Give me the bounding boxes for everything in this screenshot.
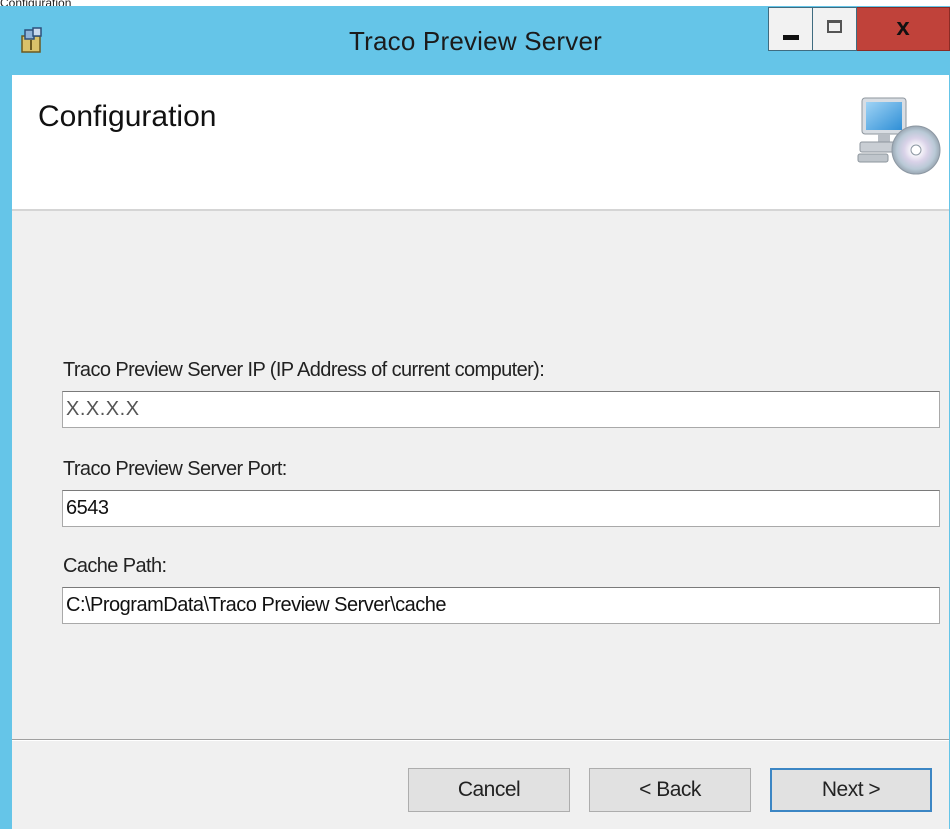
maximize-icon xyxy=(827,20,842,33)
port-label: Traco Preview Server Port: xyxy=(63,458,287,480)
close-button[interactable]: x xyxy=(857,7,950,51)
installer-window: Traco Preview Server x Configuration Tra… xyxy=(0,6,950,829)
minimize-button[interactable] xyxy=(768,7,813,51)
title-bar[interactable]: Traco Preview Server x xyxy=(0,6,950,75)
page-title: Configuration xyxy=(38,100,217,133)
footer-divider xyxy=(12,739,949,741)
cancel-button[interactable]: Cancel xyxy=(408,768,570,812)
cache-path-input[interactable] xyxy=(62,587,940,624)
maximize-button[interactable] xyxy=(813,7,857,51)
cache-path-label: Cache Path: xyxy=(63,555,167,577)
header-banner: Configuration xyxy=(12,75,949,211)
close-icon: x xyxy=(896,14,910,41)
ip-label: Traco Preview Server IP (IP Address of c… xyxy=(63,359,545,381)
ip-address-input[interactable] xyxy=(62,391,940,428)
back-button[interactable]: < Back xyxy=(589,768,751,812)
computer-cd-icon xyxy=(857,97,941,175)
next-button[interactable]: Next > xyxy=(770,768,932,812)
port-input[interactable] xyxy=(62,490,940,527)
minimize-icon xyxy=(783,35,799,40)
